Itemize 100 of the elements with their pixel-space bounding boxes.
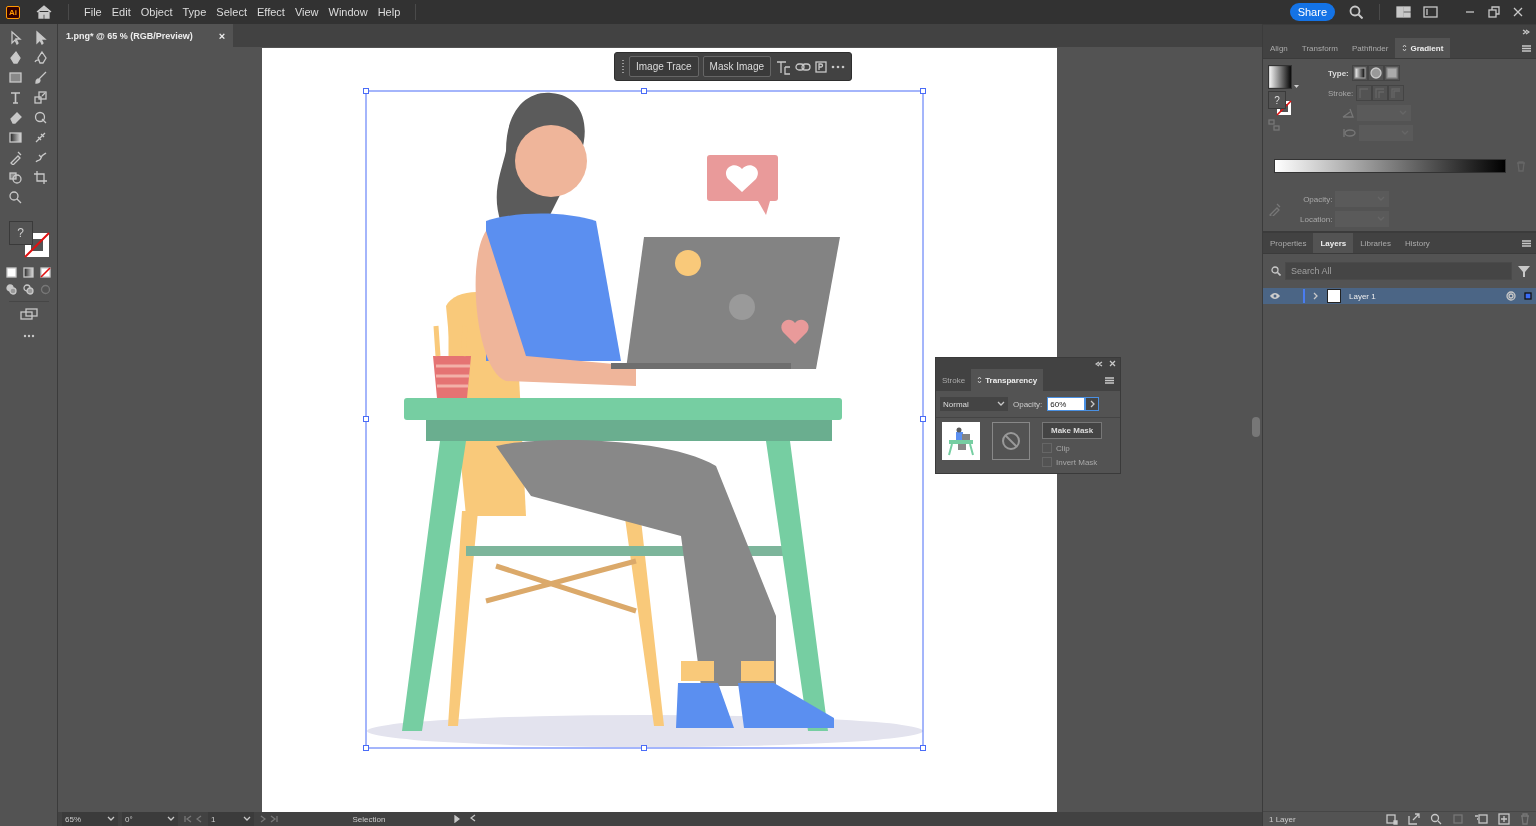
layer-row[interactable]: Layer 1 (1263, 288, 1536, 304)
layer-count: 1 Layer (1269, 814, 1296, 824)
curvature-pen-icon[interactable] (33, 50, 48, 65)
panel-layout-icon[interactable] (1423, 6, 1438, 18)
layers-search-field[interactable]: Search All (1285, 262, 1512, 280)
opacity-field[interactable]: 60% (1047, 397, 1086, 411)
panel-menu-icon[interactable] (1522, 44, 1531, 52)
shape-builder-icon[interactable] (8, 170, 23, 185)
restore-icon[interactable] (1488, 6, 1500, 18)
search-icon[interactable] (1349, 5, 1363, 19)
clipping-mask-icon[interactable] (1452, 813, 1464, 825)
context-button[interactable]: Image Trace (629, 56, 699, 77)
close-panel-icon[interactable] (1109, 360, 1116, 367)
close-tab-button[interactable]: × (218, 29, 226, 42)
filter-icon[interactable] (1518, 265, 1530, 277)
panel-tab[interactable]: Transform (1294, 38, 1345, 58)
new-layer-icon[interactable] (1498, 813, 1510, 825)
chevron-down-icon[interactable] (997, 401, 1005, 407)
linear-gradient-button[interactable] (1351, 65, 1368, 81)
draw-normal-icon[interactable] (6, 284, 17, 295)
selection-square-icon[interactable] (1524, 292, 1532, 300)
panel-tab[interactable]: Layers (1313, 233, 1354, 253)
context-button[interactable]: Mask Image (702, 56, 772, 77)
opacity-slider-button[interactable] (1085, 397, 1100, 411)
panel-menu-icon[interactable] (1105, 376, 1114, 384)
scroll-left-icon[interactable] (470, 814, 476, 822)
document-tab[interactable]: 1.png* @ 65 % (RGB/Preview) × (58, 24, 234, 47)
panel-tab[interactable]: Pathfinder (1344, 38, 1396, 58)
menu-item[interactable]: Object (135, 4, 178, 20)
gradient-icon[interactable] (8, 130, 23, 145)
selection-arrow-icon[interactable] (8, 30, 23, 45)
menu-item[interactable]: Edit (106, 4, 136, 20)
chevron-down-icon[interactable] (107, 816, 115, 822)
artboard-number-dropdown[interactable]: 1 (208, 812, 254, 826)
scrollbar-thumb[interactable] (1252, 417, 1260, 437)
link-icon[interactable] (795, 61, 812, 72)
radial-gradient-button[interactable] (1367, 65, 1384, 81)
type-icon[interactable] (8, 90, 23, 105)
collect-export-icon[interactable] (1386, 813, 1398, 825)
panel-tab[interactable]: Properties (1263, 233, 1314, 253)
brush-icon[interactable] (33, 70, 48, 85)
chevron-right-icon (1089, 400, 1095, 408)
more-options-icon[interactable] (831, 64, 846, 69)
menu-item[interactable]: Select (211, 4, 252, 20)
workspace-icon[interactable] (1396, 6, 1411, 18)
panel-tab[interactable]: Gradient (1395, 38, 1451, 58)
export-icon[interactable] (1408, 813, 1420, 825)
close-icon[interactable] (1512, 6, 1524, 18)
panel-tab[interactable]: Align (1263, 38, 1295, 58)
play-icon[interactable] (454, 815, 460, 823)
blend-mode-dropdown[interactable]: Normal (940, 397, 1008, 411)
puppet-warp-icon[interactable] (33, 150, 48, 165)
zoom-icon[interactable] (8, 190, 23, 205)
locate-object-icon[interactable] (1430, 813, 1442, 825)
color-mode-icon[interactable] (6, 267, 17, 278)
menu-item[interactable]: Help (372, 4, 406, 20)
artboard-icon[interactable] (33, 170, 48, 185)
share-button[interactable]: Share (1289, 3, 1335, 21)
fill-swatch[interactable]: ? (8, 221, 33, 245)
freeform-gradient-button[interactable] (1383, 65, 1400, 81)
scale-icon[interactable] (33, 90, 48, 105)
make-mask-button[interactable]: Make Mask (1042, 422, 1103, 439)
none-mode-icon[interactable] (40, 267, 51, 278)
menu-item[interactable]: View (289, 4, 324, 20)
menu-item[interactable]: File (79, 4, 107, 20)
fill-swatch[interactable]: ? (1268, 91, 1286, 109)
rotation-dropdown[interactable]: 0° (122, 812, 178, 826)
chevron-down-icon[interactable] (167, 816, 175, 822)
screen-mode-icon[interactable] (19, 308, 38, 320)
home-icon[interactable] (36, 5, 52, 19)
zoom-dropdown[interactable]: 65% (62, 812, 118, 826)
panel-tab[interactable]: Libraries (1353, 233, 1398, 253)
eraser-icon[interactable] (8, 110, 23, 125)
new-sublayer-icon[interactable] (1474, 813, 1488, 825)
layer-name[interactable]: Layer 1 (1349, 291, 1376, 301)
target-circle-icon[interactable] (1506, 291, 1516, 301)
collapse-panel-icon[interactable] (1095, 360, 1103, 367)
panel-tab[interactable]: History (1397, 233, 1437, 253)
crop-text-icon[interactable] (775, 58, 792, 75)
gradient-mode-icon[interactable] (23, 267, 34, 278)
menu-item[interactable]: Effect (251, 4, 290, 20)
chevron-down-icon[interactable] (243, 816, 251, 822)
chevron-down-icon[interactable] (1294, 85, 1299, 89)
expand-panels-icon[interactable] (1522, 28, 1530, 35)
draw-behind-icon[interactable] (23, 284, 34, 295)
opacity-label: Opacity: (1303, 194, 1333, 204)
panel-menu-icon[interactable] (1522, 239, 1531, 247)
panel-tab[interactable]: Transparency (971, 369, 1044, 391)
panel-tab[interactable]: Stroke (936, 369, 972, 391)
menu-item[interactable]: Window (323, 4, 373, 20)
type-label: Type: (1328, 68, 1349, 78)
menu-item[interactable]: Type (177, 4, 212, 20)
photoshop-icon[interactable] (815, 60, 828, 73)
gradient-swatch[interactable] (1268, 65, 1292, 89)
width-tool-icon[interactable] (33, 130, 48, 145)
more-tools-icon[interactable] (22, 334, 35, 338)
eyedropper-icon[interactable] (8, 150, 23, 165)
eye-icon[interactable] (1269, 292, 1281, 300)
rectangle-icon[interactable] (8, 70, 23, 85)
direct-selection-icon[interactable] (33, 30, 48, 45)
